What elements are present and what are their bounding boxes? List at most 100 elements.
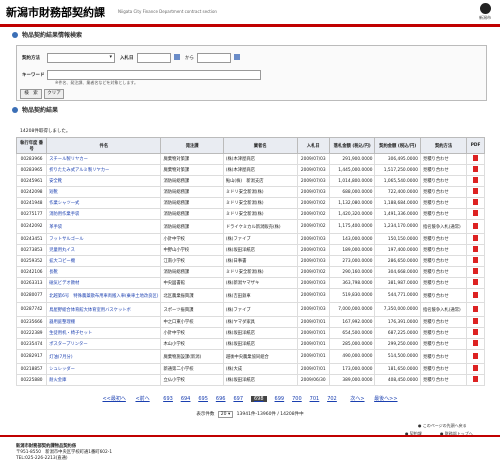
- pdf-icon[interactable]: [473, 166, 479, 172]
- row-number: 00222389: [15, 327, 48, 339]
- row-subject-link[interactable]: 作業シャツ一式: [46, 197, 162, 209]
- calendar-icon[interactable]: [174, 54, 180, 60]
- page-top-link[interactable]: ● このページの先頭へ戻る: [418, 423, 467, 429]
- row-subject-link[interactable]: 耐火金庫: [46, 374, 162, 386]
- page-number-link[interactable]: 701: [310, 396, 320, 402]
- row-pdf: [466, 363, 485, 375]
- date-from-input[interactable]: [137, 53, 171, 63]
- pdf-icon[interactable]: [473, 177, 479, 183]
- row-contract-amount: 181,650.0000: [374, 363, 421, 375]
- row-bid-amount: 1,132,080.0000: [328, 197, 376, 209]
- row-subject-link[interactable]: 拡大コピー機: [46, 255, 162, 267]
- row-subject-link[interactable]: 生徒用机・椅子セット: [46, 327, 162, 339]
- page-number-link[interactable]: 702: [327, 396, 337, 402]
- pdf-icon[interactable]: [473, 268, 479, 274]
- row-subject-link[interactable]: 革手袋: [46, 219, 162, 234]
- row-contract-amount: 408,450.0000: [374, 374, 421, 386]
- row-subject-link[interactable]: ポスタープリンター: [46, 338, 162, 350]
- row-subject-link[interactable]: 安全靴: [46, 175, 162, 187]
- chevron-down-icon: ▾: [109, 54, 112, 60]
- row-subject-link[interactable]: 長靴: [46, 266, 162, 278]
- pdf-icon[interactable]: [473, 155, 479, 161]
- page-number-link[interactable]: 696: [216, 396, 226, 402]
- row-subject-link[interactable]: 磁気ビデオ教材: [46, 277, 162, 289]
- row-pdf: [466, 277, 485, 289]
- row-department: 消防局総務課: [160, 208, 224, 220]
- pdf-icon[interactable]: [473, 246, 479, 252]
- page-title: 新潟市財務部契約課: [6, 6, 105, 19]
- site-footer: 新潟市財務部契約課物品契約係 〒951-8550 新潟市中央区学校町通1番町60…: [0, 435, 500, 467]
- row-subject-link[interactable]: 器用庭整理棚: [46, 316, 162, 328]
- first-page-link[interactable]: <<最初へ: [102, 396, 125, 402]
- page-number-link[interactable]: 693: [163, 396, 173, 402]
- calendar-icon[interactable]: [234, 54, 240, 60]
- pdf-icon[interactable]: [473, 279, 479, 285]
- page-number-link[interactable]: 699: [275, 396, 285, 402]
- row-bid-amount: 273,000.0000: [328, 255, 376, 267]
- pdf-icon[interactable]: [473, 352, 479, 359]
- row-date: 2009/07/03: [296, 164, 330, 176]
- pdf-icon[interactable]: [473, 210, 479, 216]
- row-subject-link[interactable]: 折りたたみ式アルミ製リヤカー: [46, 164, 162, 176]
- row-date: 2009/07/01: [296, 316, 330, 328]
- pdf-icon[interactable]: [473, 318, 479, 324]
- row-department: 木山小学校: [160, 338, 224, 350]
- row-vendor: ミドリ安全新潟(株): [222, 197, 298, 209]
- date-to-input[interactable]: [197, 53, 231, 63]
- row-subject-link[interactable]: 灯油(7月分): [46, 349, 162, 364]
- pdf-icon[interactable]: [473, 188, 479, 194]
- row-date: 2009/07/02: [296, 219, 330, 234]
- col-number: 執行年度 番号: [15, 137, 48, 154]
- row-subject-link[interactable]: 短靴: [46, 186, 162, 198]
- row-subject-link[interactable]: フットサルゴール: [46, 233, 162, 245]
- pdf-icon[interactable]: [473, 199, 479, 205]
- page-number-link[interactable]: 700: [292, 396, 302, 402]
- col-vendor: 業者名: [222, 137, 298, 154]
- pagination: <<最初へ <前へ 693 694 695 696 697 698 699 700 701 702…: [0, 395, 500, 402]
- row-vendor: (株)吉田鉄車: [222, 288, 298, 303]
- row-number: 00245961: [15, 175, 48, 187]
- row-subject-link[interactable]: スチール製リヤカー: [46, 153, 162, 165]
- row-date: 2009/07/03: [296, 233, 330, 245]
- table-row: 00280077 北越第6号 特殊農薬散布用車両搬入車(乗車土地改良区) 北区農業振…: [15, 288, 485, 303]
- col-method: 契約方法: [419, 137, 468, 154]
- clear-button[interactable]: クリア: [44, 89, 64, 99]
- prev-page-link[interactable]: <前へ: [135, 396, 149, 402]
- page-number-link[interactable]: 694: [181, 396, 191, 402]
- row-subject-link[interactable]: 消防用作業手袋: [46, 208, 162, 220]
- row-number: 00280077: [15, 288, 48, 303]
- row-pdf: [466, 153, 485, 165]
- row-contract-amount: 197,400.0000: [374, 244, 421, 256]
- search-button[interactable]: 検 索: [20, 89, 42, 99]
- row-subject-link[interactable]: 児童用丸イス: [46, 244, 162, 256]
- pdf-icon[interactable]: [473, 305, 479, 312]
- pdf-icon[interactable]: [473, 222, 479, 229]
- page-number-link[interactable]: 695: [198, 396, 208, 402]
- page-number-link[interactable]: 698: [251, 396, 267, 402]
- last-page-link[interactable]: 最後へ>>: [374, 396, 397, 402]
- row-number: 00243451: [15, 233, 48, 245]
- row-subject-link[interactable]: 鳥屋野総合体育館大体育室用バスケットボ: [46, 302, 162, 317]
- table-row: 00243451 フットサルゴール 小針中学校 (株)ファイブ 2009/07/03 14…: [15, 233, 485, 245]
- row-bid-amount: 7,000,000.0000: [328, 302, 376, 317]
- city-logo[interactable]: 新潟市: [476, 3, 494, 21]
- pdf-icon[interactable]: [473, 329, 479, 335]
- pdf-icon[interactable]: [473, 291, 479, 298]
- row-number: 00242098: [15, 186, 48, 198]
- row-subject-link[interactable]: シュレッダー: [46, 363, 162, 375]
- method-select[interactable]: ▾: [47, 53, 115, 63]
- keyword-input[interactable]: [47, 70, 261, 80]
- row-number: 00287742: [15, 302, 48, 317]
- pdf-icon[interactable]: [473, 257, 479, 263]
- pdf-icon[interactable]: [473, 376, 479, 382]
- page-number-link[interactable]: 697: [233, 396, 243, 402]
- next-page-link[interactable]: 次へ>: [350, 396, 364, 402]
- per-page-select[interactable]: 20 ▾: [217, 411, 234, 418]
- footer-phone: TEL:025-226-2213(直通): [16, 456, 68, 461]
- pdf-icon[interactable]: [473, 340, 479, 346]
- pdf-icon[interactable]: [473, 365, 479, 371]
- row-contract-amount: 304,668.0000: [374, 266, 421, 278]
- pdf-icon[interactable]: [473, 235, 479, 241]
- row-date: 2009/07/01: [296, 338, 330, 350]
- row-subject-link[interactable]: 北越第6号 特殊農薬散布用車両搬入車(乗車土地改良区): [46, 288, 162, 303]
